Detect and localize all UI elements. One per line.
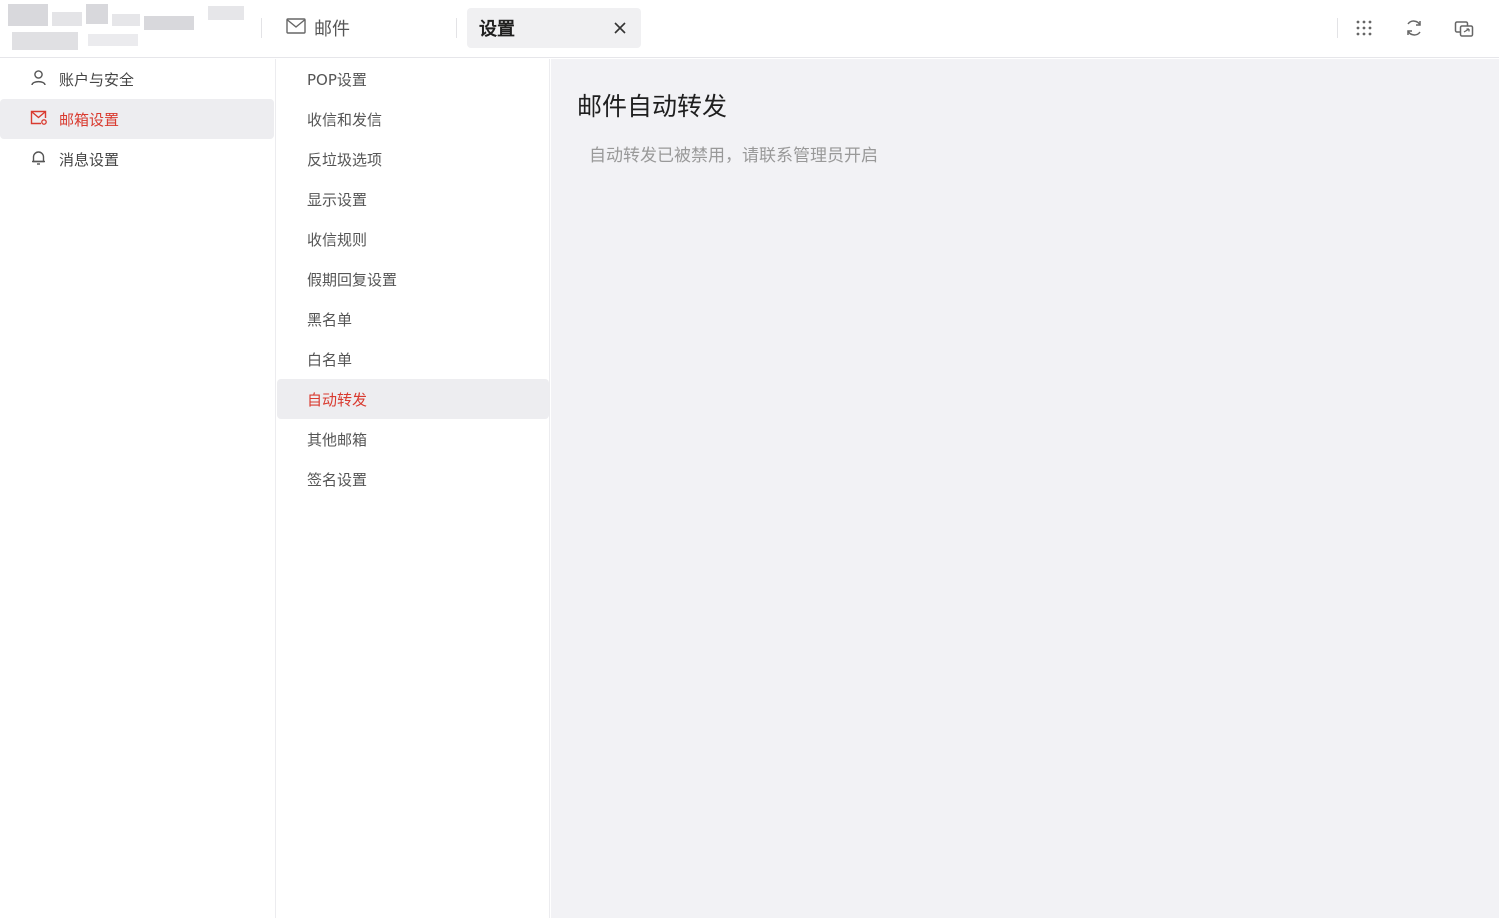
sidebar-item-vacation-reply[interactable]: 假期回复设置 — [277, 259, 549, 299]
bell-icon — [30, 149, 47, 170]
sidebar-item-signature-settings[interactable]: 签名设置 — [277, 459, 549, 499]
sidebar-item-label: 收信规则 — [307, 230, 368, 249]
apps-grid-icon[interactable] — [1352, 16, 1376, 40]
disabled-notice: 自动转发已被禁用，请联系管理员开启 — [589, 146, 878, 166]
sidebar-item-display-settings[interactable]: 显示设置 — [277, 179, 549, 219]
tab-settings[interactable]: 设置 — [467, 8, 641, 48]
sidebar-item-label: 签名设置 — [307, 470, 368, 489]
sidebar-item-send-receive[interactable]: 收信和发信 — [277, 99, 549, 139]
divider — [456, 18, 457, 38]
page-title: 邮件自动转发 — [577, 92, 728, 121]
sidebar-item-auto-forward[interactable]: 自动转发 — [277, 379, 549, 419]
sidebar-item-account-security[interactable]: 账户与安全 — [0, 59, 275, 99]
sidebar-item-label: 邮箱设置 — [59, 110, 120, 129]
sidebar-item-label: 收信和发信 — [307, 110, 383, 129]
refresh-icon[interactable] — [1402, 16, 1426, 40]
tab-settings-label: 设置 — [479, 19, 515, 40]
sidebar-item-blacklist[interactable]: 黑名单 — [277, 299, 549, 339]
external-window-icon[interactable] — [1452, 16, 1476, 40]
sidebar-item-label: 假期回复设置 — [307, 270, 398, 289]
divider — [1337, 18, 1338, 38]
sidebar-item-notification-settings[interactable]: 消息设置 — [0, 139, 275, 179]
user-icon — [30, 69, 47, 90]
close-icon[interactable] — [611, 19, 629, 37]
sidebar-item-label: 消息设置 — [59, 150, 120, 169]
sidebar-item-label: 白名单 — [307, 350, 353, 369]
top-bar: 邮件 设置 — [0, 0, 1499, 58]
sidebar-item-label: 显示设置 — [307, 190, 368, 209]
logo — [8, 4, 248, 52]
sidebar-item-label: 其他邮箱 — [307, 430, 368, 449]
primary-sidebar: 账户与安全 邮箱设置 消息设置 — [0, 59, 276, 918]
sidebar-item-anti-spam[interactable]: 反垃圾选项 — [277, 139, 549, 179]
sidebar-item-label: 黑名单 — [307, 310, 353, 329]
sidebar-item-label: 自动转发 — [307, 390, 368, 409]
mail-settings-icon — [30, 110, 47, 129]
sidebar-item-pop-settings[interactable]: POP设置 — [277, 59, 549, 99]
secondary-sidebar: POP设置 收信和发信 反垃圾选项 显示设置 收信规则 假期回复设置 黑名单 白… — [277, 59, 550, 918]
sidebar-item-label: 反垃圾选项 — [307, 150, 383, 169]
sidebar-item-other-mailboxes[interactable]: 其他邮箱 — [277, 419, 549, 459]
sidebar-item-inbox-rules[interactable]: 收信规则 — [277, 219, 549, 259]
envelope-icon — [286, 18, 306, 38]
sidebar-item-whitelist[interactable]: 白名单 — [277, 339, 549, 379]
tab-mail[interactable]: 邮件 — [286, 14, 350, 42]
sidebar-item-mailbox-settings[interactable]: 邮箱设置 — [0, 99, 274, 139]
tab-mail-label: 邮件 — [314, 19, 350, 40]
main-content: 邮件自动转发 自动转发已被禁用，请联系管理员开启 — [551, 59, 1499, 918]
divider — [261, 18, 262, 38]
sidebar-item-label: 账户与安全 — [59, 70, 135, 89]
sidebar-item-label: POP设置 — [307, 70, 367, 89]
